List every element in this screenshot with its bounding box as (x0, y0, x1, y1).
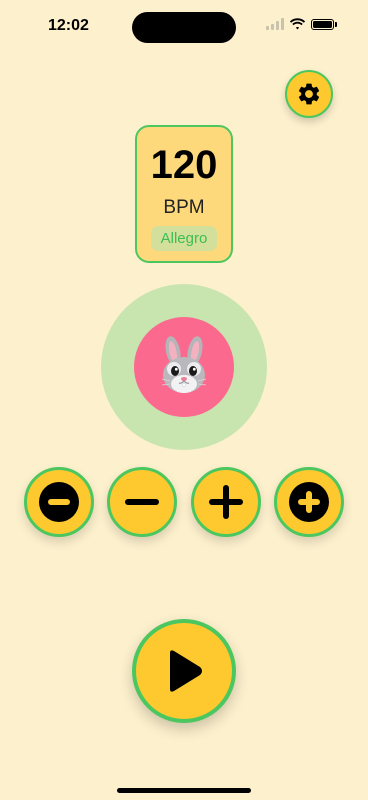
battery-fill (313, 20, 332, 28)
wifi-icon (289, 18, 306, 30)
settings-button[interactable] (285, 70, 333, 118)
play-button[interactable] (132, 619, 236, 723)
rabbit-face-icon (161, 336, 207, 393)
tempo-marking-badge: Allegro (150, 226, 218, 251)
decrease-tempo-button[interactable] (107, 467, 177, 537)
status-time: 12:02 (48, 17, 89, 34)
bpm-unit-label: BPM (163, 197, 205, 218)
bpm-card: 120 BPM Allegro (135, 125, 233, 263)
plus-circle-icon (289, 482, 329, 522)
beat-indicator[interactable] (134, 317, 234, 417)
decrease-tempo-large-button[interactable] (24, 467, 94, 537)
play-icon (170, 650, 202, 692)
home-indicator (117, 788, 251, 793)
cellular-signal-icon (266, 18, 284, 30)
dynamic-island (132, 12, 236, 43)
battery-icon (311, 18, 337, 30)
minus-icon (125, 499, 159, 505)
status-icons (266, 18, 337, 30)
plus-icon (209, 485, 243, 519)
increase-tempo-button[interactable] (191, 467, 261, 537)
bpm-value: 120 (150, 143, 218, 187)
minus-circle-icon (39, 482, 79, 522)
gear-icon (298, 83, 320, 105)
increase-tempo-large-button[interactable] (274, 467, 344, 537)
